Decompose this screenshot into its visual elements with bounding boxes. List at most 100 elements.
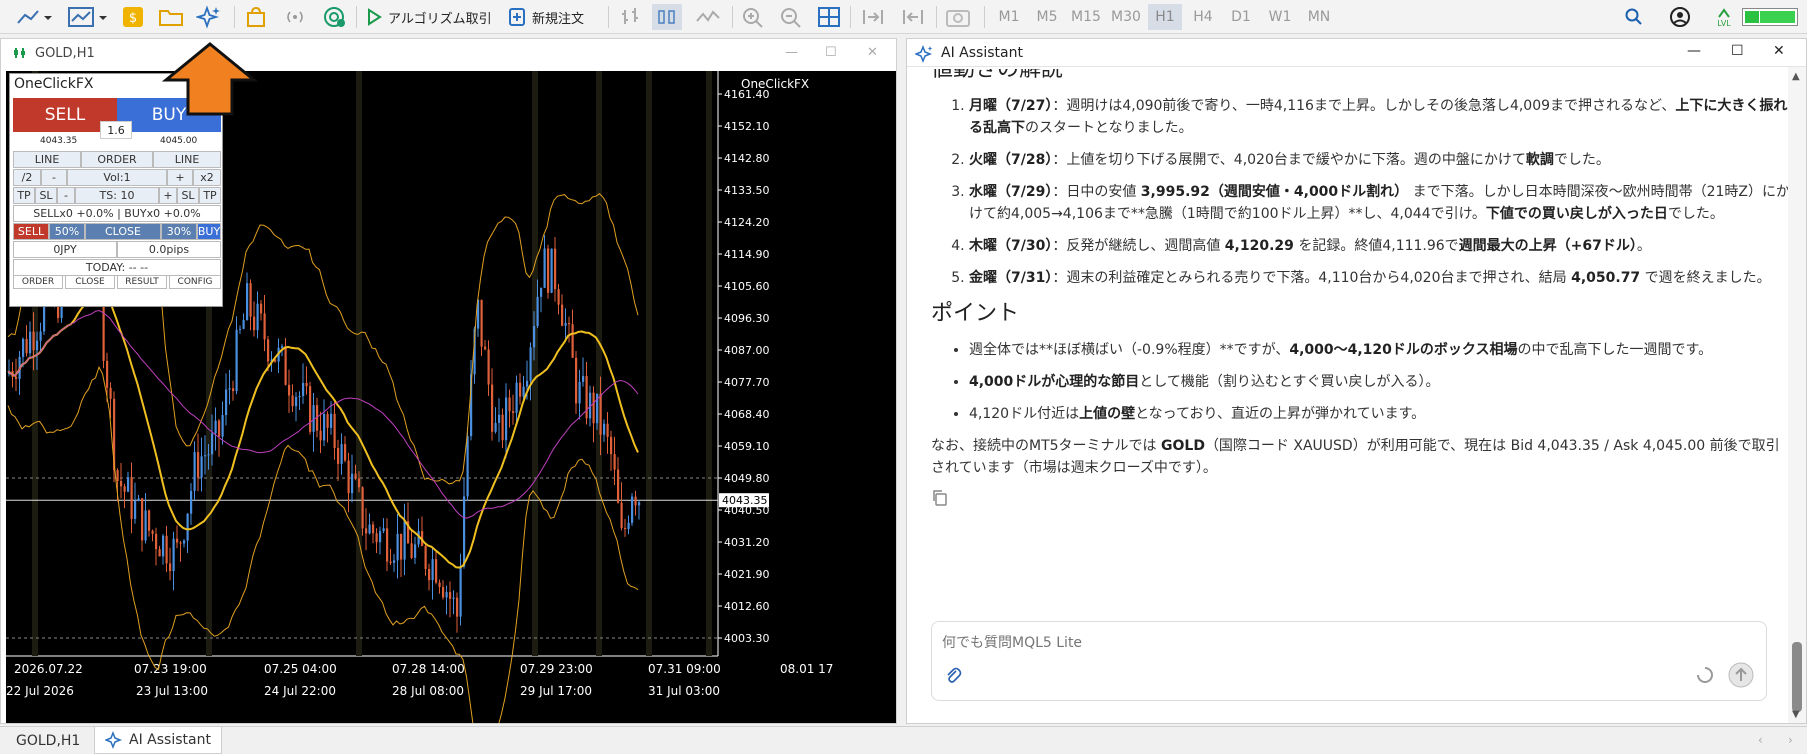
candle-body <box>561 304 564 326</box>
line-chart-icon[interactable] <box>14 4 54 30</box>
timeframe-h1[interactable]: H1 <box>1148 4 1182 30</box>
oneclick-cell-row3-5[interactable]: SL <box>177 187 199 204</box>
close-icon[interactable]: ✕ <box>867 45 878 60</box>
scroll-down-icon[interactable]: ▼ <box>1792 709 1800 720</box>
minimize-icon[interactable]: — <box>1687 43 1701 59</box>
candle-body <box>249 283 252 317</box>
timeframe-m30[interactable]: M30 <box>1108 4 1144 30</box>
oneclick-cell-row5-4[interactable]: BUY <box>197 223 221 240</box>
ask-price: 4045.00 <box>160 136 198 146</box>
oneclick-cell-footer-0[interactable]: ORDER <box>13 275 63 289</box>
candle-body <box>200 456 203 478</box>
chat-input-box[interactable] <box>931 621 1767 701</box>
oneclick-cell-row2-0[interactable]: /2 <box>13 169 41 186</box>
ai-window-title: AI Assistant <box>941 44 1023 61</box>
tile-windows-icon[interactable] <box>816 4 842 30</box>
timeframe-m1[interactable]: M1 <box>994 4 1024 30</box>
copy-icon[interactable] <box>931 489 949 507</box>
close-icon[interactable]: ✕ <box>1773 43 1785 59</box>
zoom-out-icon[interactable] <box>778 4 804 30</box>
day-item: 月曜（7/27）：週明けは4,090前後で寄り、一時4,116まで上昇。しかしそ… <box>969 95 1791 139</box>
algo-trading-button[interactable]: アルゴリズム取引 <box>366 4 492 30</box>
chat-input[interactable] <box>942 632 1722 654</box>
new-order-button[interactable]: 新規注文 <box>508 4 584 30</box>
timeframe-h4[interactable]: H4 <box>1188 4 1218 30</box>
oneclick-cell-row5-2[interactable]: CLOSE <box>85 223 161 240</box>
candle-body <box>603 423 606 435</box>
day-bold: 3,995.92（週間安値・4,000ドル割れ） <box>1140 184 1409 200</box>
oneclick-cell-row5-3[interactable]: 30% <box>161 223 197 240</box>
timeframe-m15[interactable]: M15 <box>1068 4 1104 30</box>
candle-body <box>351 473 354 494</box>
timeframe-w1[interactable]: W1 <box>1264 4 1296 30</box>
autoscroll-icon[interactable] <box>858 4 888 30</box>
attach-icon[interactable] <box>944 666 962 684</box>
vps-icon[interactable] <box>322 4 348 30</box>
ai-scrollbar[interactable]: ▲ ▼ <box>1788 67 1806 723</box>
level-label: LVL <box>1717 18 1731 28</box>
bar-chart-icon[interactable] <box>618 4 644 30</box>
candle-body <box>337 447 340 464</box>
tab-scroll-left-icon[interactable]: ‹ <box>1758 733 1763 747</box>
session-band <box>646 71 652 656</box>
candle-body <box>365 528 368 534</box>
shopping-bag-icon[interactable] <box>244 4 268 30</box>
level-status-icon: LVL <box>1712 4 1736 30</box>
screenshot-icon[interactable] <box>944 4 972 30</box>
oneclick-cell-row1-0[interactable]: LINE <box>13 151 81 168</box>
candle-body <box>305 382 308 387</box>
oneclick-cell-row3-3[interactable]: TS: 10 <box>75 187 159 204</box>
oneclick-cell-row3-1[interactable]: SL <box>35 187 57 204</box>
tab-ai-assistant[interactable]: AI Assistant <box>94 727 222 754</box>
timeframe-d1[interactable]: D1 <box>1226 4 1256 30</box>
candle-body <box>155 533 158 550</box>
line-icon[interactable] <box>694 4 722 30</box>
oneclick-cell-row3-0[interactable]: TP <box>13 187 35 204</box>
price-tick-label: 4077.70 <box>724 376 770 389</box>
oneclick-cell-row2-2[interactable]: Vol:1 <box>67 169 167 186</box>
oneclick-cell-row2-4[interactable]: x2 <box>193 169 221 186</box>
oneclick-cell-row1-2[interactable]: LINE <box>153 151 221 168</box>
candlestick-icon[interactable] <box>652 4 682 30</box>
candle-body <box>438 582 441 587</box>
timeframe-m5[interactable]: M5 <box>1032 4 1062 30</box>
time-tick-label: 24 Jul 22:00 <box>264 684 336 698</box>
oneclick-cell-row3-6[interactable]: TP <box>199 187 221 204</box>
minimize-icon[interactable]: — <box>785 45 798 60</box>
tab-scroll-right-icon[interactable]: › <box>1788 733 1793 747</box>
oneclick-cell-row2-3[interactable]: + <box>167 169 193 186</box>
folder-icon[interactable] <box>158 4 184 30</box>
oneclick-cell-row1-1[interactable]: ORDER <box>81 151 153 168</box>
search-icon[interactable] <box>1622 4 1646 30</box>
signal-icon[interactable] <box>282 4 308 30</box>
send-icon[interactable] <box>1728 662 1754 688</box>
candle-body <box>22 338 25 357</box>
price-tick-label: 4133.50 <box>724 184 770 197</box>
maximize-icon[interactable]: ☐ <box>825 45 837 60</box>
indicators-icon[interactable] <box>66 4 110 30</box>
candle-body <box>288 384 291 396</box>
oneclick-cell-footer-2[interactable]: RESULT <box>117 275 167 289</box>
account-icon[interactable] <box>1668 4 1692 30</box>
zoom-in-icon[interactable] <box>740 4 766 30</box>
oneclick-cell-row3-2[interactable]: - <box>57 187 75 204</box>
ai-sparkle-icon[interactable] <box>196 4 222 30</box>
scroll-thumb[interactable] <box>1792 642 1802 712</box>
price-tick-label: 4031.20 <box>724 536 770 549</box>
tab-gold-h1[interactable]: GOLD,H1 <box>6 727 90 754</box>
oneclick-cell-footer-3[interactable]: CONFIG <box>169 275 221 289</box>
candle-body <box>326 414 329 428</box>
chart-window-titlebar: GOLD,H1 — ☐ ✕ <box>1 39 896 67</box>
oneclick-cell-row5-1[interactable]: 50% <box>49 223 85 240</box>
scroll-up-icon[interactable]: ▲ <box>1792 71 1800 82</box>
candle-body <box>330 413 333 428</box>
oneclick-cell-row2-1[interactable]: - <box>41 169 67 186</box>
dollar-icon[interactable]: $ <box>122 4 144 30</box>
oneclick-cell-footer-1[interactable]: CLOSE <box>65 275 115 289</box>
maximize-icon[interactable]: ☐ <box>1731 43 1744 59</box>
oneclick-cell-row5-0[interactable]: SELL <box>13 223 49 240</box>
chart-shift-icon[interactable] <box>898 4 928 30</box>
timeframe-mn[interactable]: MN <box>1302 4 1336 30</box>
oneclick-cell-row3-4[interactable]: + <box>159 187 177 204</box>
candle-body <box>130 477 133 519</box>
